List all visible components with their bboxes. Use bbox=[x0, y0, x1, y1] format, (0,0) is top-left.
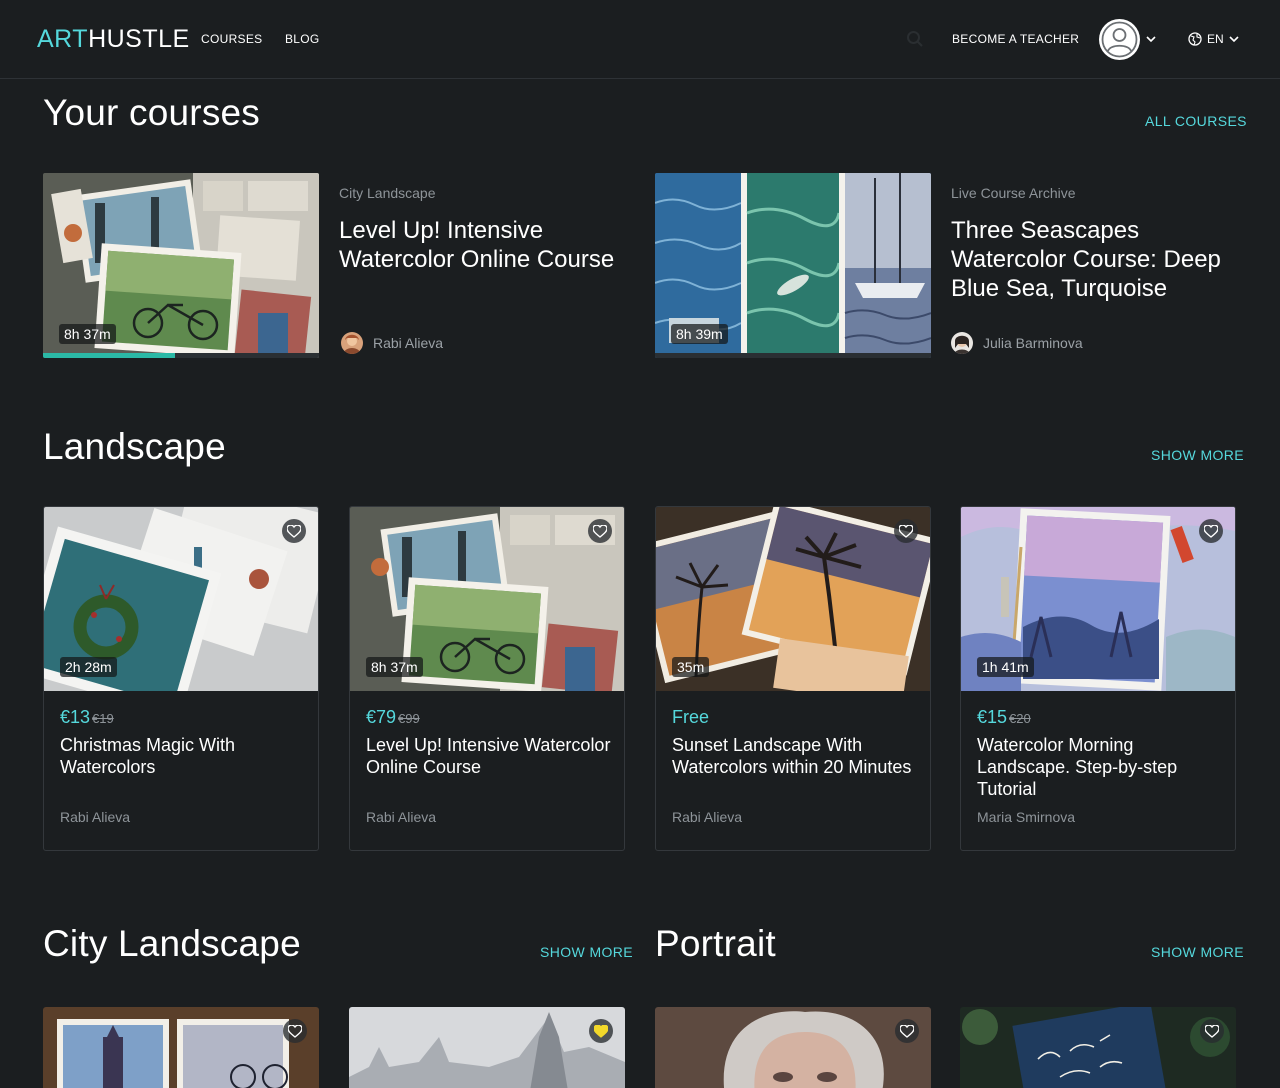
all-courses-link[interactable]: ALL COURSES bbox=[1145, 113, 1247, 129]
your-courses-title: Your courses bbox=[43, 92, 260, 133]
author-avatar bbox=[341, 332, 363, 354]
logo[interactable]: ARTHUSTLE bbox=[37, 25, 190, 54]
current-price: €79 bbox=[366, 707, 397, 727]
nav-blog[interactable]: BLOG bbox=[285, 32, 320, 46]
course-duration: 8h 39m bbox=[671, 324, 728, 344]
course-author[interactable]: Rabi Alieva bbox=[366, 809, 436, 825]
old-price: €20 bbox=[1009, 711, 1031, 726]
logo-art: ART bbox=[37, 25, 89, 53]
current-price: €13 bbox=[60, 707, 91, 727]
course-author[interactable]: Rabi Alieva bbox=[672, 809, 742, 825]
course-price: €15 €20 bbox=[977, 707, 1031, 728]
course-author[interactable]: Rabi Alieva bbox=[60, 809, 130, 825]
course-thumbnail[interactable]: 8h 37m bbox=[43, 173, 319, 358]
old-price: €99 bbox=[398, 711, 420, 726]
course-thumbnail[interactable]: 35m bbox=[656, 507, 930, 691]
become-teacher-link[interactable]: BECOME A TEACHER bbox=[952, 32, 1079, 46]
favorite-heart-icon[interactable] bbox=[283, 1019, 307, 1043]
course-thumbnail[interactable] bbox=[43, 1007, 319, 1088]
favorite-heart-icon[interactable] bbox=[1200, 1019, 1224, 1043]
logo-hustle: HUSTLE bbox=[88, 25, 190, 53]
portrait-show-more-link[interactable]: SHOW MORE bbox=[1151, 944, 1244, 960]
chevron-down-icon[interactable] bbox=[1146, 34, 1156, 44]
current-price: €15 bbox=[977, 707, 1008, 727]
course-thumbnail[interactable] bbox=[655, 1007, 931, 1088]
globe-icon bbox=[1188, 32, 1202, 46]
watercolor-city-fog-image bbox=[349, 1007, 625, 1088]
course-thumbnail[interactable] bbox=[349, 1007, 625, 1088]
watercolor-quote-card-image bbox=[960, 1007, 1236, 1088]
course-author[interactable]: Maria Smirnova bbox=[977, 809, 1075, 825]
current-price: Free bbox=[672, 707, 710, 727]
portrait-woman-image bbox=[655, 1007, 931, 1088]
course-title[interactable]: Christmas Magic With Watercolors bbox=[60, 734, 305, 778]
user-avatar-icon[interactable] bbox=[1099, 19, 1140, 60]
course-title[interactable]: Watercolor Morning Landscape. Step-by-st… bbox=[977, 734, 1222, 800]
author-avatar bbox=[951, 332, 973, 354]
course-duration: 35m bbox=[672, 657, 710, 677]
progress-bar bbox=[43, 353, 319, 358]
course-thumbnail[interactable]: 8h 37m bbox=[350, 507, 624, 691]
favorite-heart-icon[interactable] bbox=[895, 1019, 919, 1043]
city-landscape-show-more-link[interactable]: SHOW MORE bbox=[540, 944, 633, 960]
old-price: €19 bbox=[92, 711, 114, 726]
course-price: €79 €99 bbox=[366, 707, 420, 728]
course-author[interactable]: Julia Barminova bbox=[951, 332, 1083, 354]
language-selector[interactable]: EN bbox=[1188, 32, 1239, 46]
course-card[interactable]: 1h 41m €15 €20 Watercolor Morning Landsca… bbox=[960, 506, 1236, 851]
landscape-title: Landscape bbox=[43, 426, 226, 467]
top-header: ARTHUSTLE COURSES BLOG BECOME A TEACHER … bbox=[0, 0, 1280, 79]
course-price: €13 €19 bbox=[60, 707, 114, 728]
landscape-show-more-link[interactable]: SHOW MORE bbox=[1151, 447, 1244, 463]
portrait-title: Portrait bbox=[655, 923, 776, 964]
progress-bar bbox=[655, 353, 931, 358]
course-duration: 8h 37m bbox=[366, 657, 423, 677]
course-card[interactable]: 2h 28m €13 €19 Christmas Magic With Water… bbox=[43, 506, 319, 851]
search-icon[interactable] bbox=[906, 30, 924, 48]
course-category: Live Course Archive bbox=[951, 185, 1076, 201]
city-landscape-title: City Landscape bbox=[43, 923, 301, 964]
favorite-heart-icon[interactable] bbox=[282, 519, 306, 543]
language-label: EN bbox=[1207, 32, 1224, 46]
course-author[interactable]: Rabi Alieva bbox=[341, 332, 443, 354]
favorite-heart-icon[interactable] bbox=[894, 519, 918, 543]
course-title[interactable]: Three Seascapes Watercolor Course: Deep … bbox=[951, 216, 1241, 303]
author-name: Rabi Alieva bbox=[373, 335, 444, 351]
course-price: Free bbox=[672, 707, 711, 728]
course-title[interactable]: Level Up! Intensive Watercolor Online Co… bbox=[366, 734, 611, 778]
chevron-down-icon bbox=[1229, 36, 1239, 43]
course-duration: 1h 41m bbox=[977, 657, 1034, 677]
course-category: City Landscape bbox=[339, 185, 436, 201]
favorite-heart-icon[interactable] bbox=[588, 519, 612, 543]
course-thumbnail[interactable]: 8h 39m bbox=[655, 173, 931, 358]
watercolor-city-image bbox=[43, 1007, 319, 1088]
progress-fill bbox=[43, 353, 176, 358]
course-thumbnail[interactable]: 2h 28m bbox=[44, 507, 318, 691]
course-duration: 8h 37m bbox=[59, 324, 116, 344]
favorite-heart-icon-active[interactable] bbox=[589, 1019, 613, 1043]
author-name: Julia Barminova bbox=[983, 335, 1083, 351]
course-card[interactable]: 8h 37m €79 €99 Level Up! Intensive Waterc… bbox=[349, 506, 625, 851]
course-thumbnail[interactable] bbox=[960, 1007, 1236, 1088]
course-thumbnail[interactable]: 1h 41m bbox=[961, 507, 1235, 691]
favorite-heart-icon[interactable] bbox=[1199, 519, 1223, 543]
course-title[interactable]: Level Up! Intensive Watercolor Online Co… bbox=[339, 216, 629, 274]
course-duration: 2h 28m bbox=[60, 657, 117, 677]
nav-courses[interactable]: COURSES bbox=[201, 32, 262, 46]
course-title[interactable]: Sunset Landscape With Watercolors within… bbox=[672, 734, 917, 778]
course-card[interactable]: 35m Free Sunset Landscape With Watercolo… bbox=[655, 506, 931, 851]
